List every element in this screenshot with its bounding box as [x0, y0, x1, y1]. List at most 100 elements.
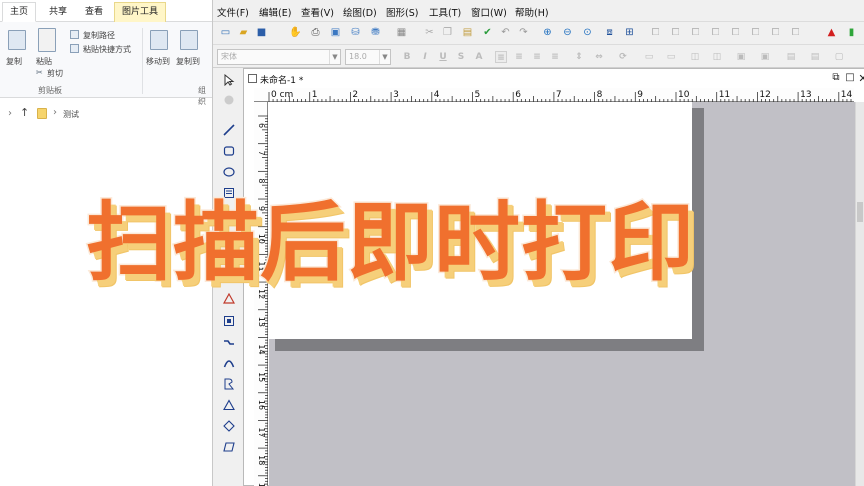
unlock-icon[interactable]: ▣ [759, 51, 771, 63]
align-left-icon[interactable]: ⧠ [649, 26, 662, 39]
tab-home[interactable]: 主页 [2, 2, 36, 22]
align-right-icon[interactable]: ⧠ [689, 26, 702, 39]
qrcode-tool-icon[interactable] [219, 311, 239, 330]
bring-front-icon[interactable]: ◫ [689, 51, 701, 63]
align-bottom-icon[interactable]: ⧠ [749, 26, 762, 39]
lock-icon[interactable]: ▣ [735, 51, 747, 63]
paste-button-label[interactable]: 粘贴 [36, 56, 52, 67]
redo-icon[interactable]: ↷ [517, 26, 530, 39]
line-spacing-icon[interactable]: ⇕ [573, 51, 585, 63]
bold-icon[interactable]: B [401, 51, 413, 63]
cut-button[interactable]: 剪切 [47, 68, 63, 79]
line-tool-icon[interactable] [219, 120, 239, 139]
send-back-icon[interactable]: ◫ [711, 51, 723, 63]
chevron-down-icon[interactable]: ▼ [329, 50, 340, 64]
align-top-icon[interactable]: ⧠ [709, 26, 722, 39]
copy-to-button[interactable]: 复制到 [176, 56, 200, 67]
distribute-h-icon[interactable]: ⧠ [769, 26, 782, 39]
save-icon[interactable]: ■ [255, 26, 268, 39]
tab-share[interactable]: 共享 [42, 4, 74, 20]
copy-path-button[interactable]: 复制路径 [83, 30, 115, 41]
snap-icon[interactable]: ⧈ [603, 26, 616, 39]
print-icon[interactable]: ⎙ [309, 26, 322, 39]
curve-tool-icon[interactable] [219, 332, 239, 351]
tab-view[interactable]: 查看 [78, 4, 110, 20]
menu-shape[interactable]: 图形(S) [386, 5, 418, 19]
freeform-tool-icon[interactable] [219, 374, 239, 393]
cut-icon[interactable]: ✂ [423, 26, 436, 39]
arc-tool-icon[interactable] [219, 353, 239, 372]
check-icon[interactable]: ✔ [481, 26, 494, 39]
open-icon[interactable]: ▰ [237, 26, 250, 39]
zoom-out-icon[interactable]: ⊖ [561, 26, 574, 39]
close-icon[interactable]: ✕ [857, 72, 864, 85]
letter-spacing-icon[interactable]: ⇔ [593, 51, 605, 63]
battery-icon[interactable]: ▮ [845, 26, 858, 39]
justify-text-icon[interactable]: ≡ [549, 51, 561, 63]
menu-help[interactable]: 帮助(H) [515, 5, 549, 19]
print-preview-icon[interactable]: ▣ [329, 26, 342, 39]
underline-icon[interactable]: U [437, 51, 449, 63]
menu-view[interactable]: 查看(V) [301, 5, 334, 19]
rotate-icon[interactable]: ⟳ [617, 51, 629, 63]
grid-icon[interactable]: ▦ [395, 26, 408, 39]
database-settings-icon[interactable]: ⛃ [369, 26, 382, 39]
up-arrow-icon[interactable]: ↑ [20, 106, 29, 119]
parallelogram-tool-icon[interactable] [219, 437, 239, 456]
chevron-down-icon[interactable]: ▼ [379, 50, 390, 64]
diamond-tool-icon[interactable] [219, 416, 239, 435]
align-left-text-icon[interactable]: ≡ [495, 51, 507, 63]
align-middle-icon[interactable]: ⧠ [729, 26, 742, 39]
move-to-button[interactable]: 移动到 [146, 56, 170, 67]
scrollbar-thumb[interactable] [857, 202, 863, 222]
pointer-icon[interactable] [219, 70, 239, 89]
menu-draw[interactable]: 绘图(D) [343, 5, 377, 19]
border-icon[interactable]: ▢ [833, 51, 845, 63]
menu-window[interactable]: 窗口(W) [471, 5, 507, 19]
breadcrumb-current[interactable]: 测试 [63, 109, 79, 120]
font-family-select[interactable]: 宋体 ▼ [217, 49, 341, 65]
triangle-tool-icon[interactable] [219, 395, 239, 414]
copy-to-icon[interactable] [180, 30, 198, 50]
paste-icon[interactable] [38, 28, 56, 52]
vertical-scrollbar[interactable] [855, 102, 864, 486]
text-style-icon[interactable]: A [473, 51, 485, 63]
italic-icon[interactable]: I [419, 51, 431, 63]
menu-edit[interactable]: 编辑(E) [259, 5, 291, 19]
paste-shortcut-button[interactable]: 粘贴快捷方式 [83, 44, 131, 55]
move-to-icon[interactable] [150, 30, 168, 50]
color-icon[interactable]: ▤ [785, 51, 797, 63]
pdf-icon[interactable]: ▲ [825, 26, 838, 39]
tab-picture-tools[interactable]: 图片工具 [114, 2, 166, 22]
maximize-icon[interactable]: □ [844, 72, 856, 83]
hand-icon[interactable]: ✋ [289, 26, 302, 39]
copy-icon[interactable] [8, 30, 26, 50]
font-size-select[interactable]: 18.0 ▼ [345, 49, 391, 65]
strikethrough-icon[interactable]: S [455, 51, 467, 63]
chevron-right-icon[interactable]: › [8, 108, 12, 119]
fill-icon[interactable]: ▤ [809, 51, 821, 63]
restore-icon[interactable]: ⧉ [830, 72, 842, 83]
distribute-v-icon[interactable]: ⧠ [789, 26, 802, 39]
database-icon[interactable]: ⛁ [349, 26, 362, 39]
menu-file[interactable]: 文件(F) [217, 5, 249, 19]
group-icon[interactable]: ▭ [643, 51, 655, 63]
ungroup-icon[interactable]: ▭ [665, 51, 677, 63]
copy-button-label[interactable]: 复制 [6, 56, 22, 67]
scissors-icon[interactable]: ✂ [36, 68, 43, 77]
rectangle-tool-icon[interactable] [219, 141, 239, 160]
align-center-text-icon[interactable]: ≡ [513, 51, 525, 63]
zoom-in-icon[interactable]: ⊕ [541, 26, 554, 39]
copy-path-icon[interactable] [70, 30, 79, 39]
align-right-text-icon[interactable]: ≡ [531, 51, 543, 63]
grid-toggle-icon[interactable]: ⊞ [623, 26, 636, 39]
undo-icon[interactable]: ↶ [499, 26, 512, 39]
new-icon[interactable]: ▭ [219, 26, 232, 39]
breadcrumb-chevron-icon[interactable]: › [53, 107, 57, 118]
pan-icon[interactable] [219, 90, 239, 109]
copy-icon[interactable]: ❐ [441, 26, 454, 39]
paste-shortcut-icon[interactable] [70, 44, 79, 53]
align-center-icon[interactable]: ⧠ [669, 26, 682, 39]
menu-tools[interactable]: 工具(T) [429, 5, 461, 19]
paste-icon[interactable]: ▤ [461, 26, 474, 39]
